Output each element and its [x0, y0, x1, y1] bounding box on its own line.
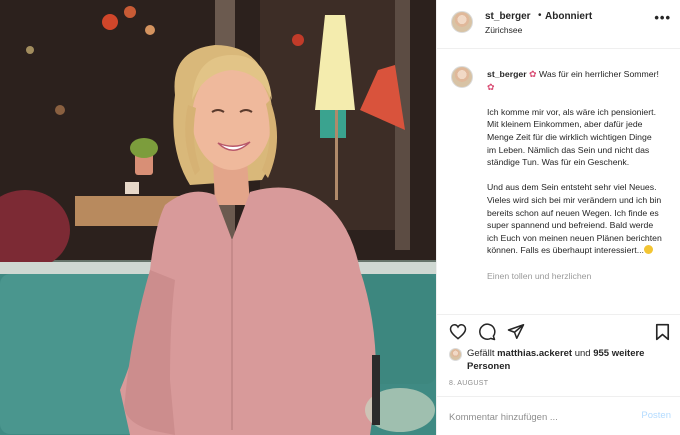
caption-paragraph-3: Und aus dem Sein entsteht sehr viel Neue…	[487, 182, 662, 256]
author-avatar[interactable]	[451, 11, 473, 33]
post-location[interactable]: Zürichsee	[485, 25, 522, 35]
caption-author-avatar[interactable]	[451, 66, 473, 88]
flower-emoji-icon-2: ✿	[487, 81, 495, 92]
likes-summary: Gefällt matthias.ackeret und 955 weitere…	[449, 347, 673, 373]
more-horizontal-icon[interactable]: •••	[654, 10, 671, 25]
likes-conjunction: und	[574, 348, 591, 359]
header-separator: •	[538, 10, 542, 21]
comment-icon[interactable]	[478, 323, 496, 341]
liker-username[interactable]: matthias.ackeret	[497, 348, 572, 359]
post-date[interactable]: 8. AUGUST	[449, 380, 488, 387]
post-photo[interactable]	[0, 0, 436, 435]
post-photo-illustration	[0, 0, 436, 435]
caption-username[interactable]: st_berger	[487, 69, 527, 79]
comment-bar: Posten	[437, 396, 680, 435]
post-header: st_berger • Abonniert Zürichsee •••	[437, 0, 680, 49]
flower-emoji-icon: ✿	[529, 69, 537, 79]
post-sidebar: st_berger • Abonniert Zürichsee ••• st_b…	[436, 0, 680, 435]
bookmark-icon[interactable]	[655, 323, 670, 341]
caption-paragraph-2: Ich komme mir vor, als wäre ich pensioni…	[487, 106, 656, 168]
caption-cut-line: Einen tollen und herzlichen	[487, 270, 592, 281]
post-caption: st_berger ✿ Was für ein herrlicher Somme…	[487, 68, 663, 295]
author-username[interactable]: st_berger	[485, 11, 531, 22]
send-icon[interactable]	[507, 323, 525, 340]
post-comment-button[interactable]: Posten	[641, 410, 671, 421]
liker-avatar[interactable]	[449, 348, 462, 361]
heart-icon[interactable]	[449, 323, 467, 340]
post-actions	[437, 314, 680, 342]
comment-input[interactable]	[449, 409, 619, 425]
caption-area[interactable]: st_berger ✿ Was für ein herrlicher Somme…	[437, 50, 680, 314]
follow-status-button[interactable]: Abonniert	[545, 11, 592, 22]
caption-line1: Was für ein herrlicher Sommer!	[539, 69, 659, 79]
smile-emoji-icon	[643, 245, 653, 255]
likes-prefix: Gefällt	[467, 348, 495, 359]
